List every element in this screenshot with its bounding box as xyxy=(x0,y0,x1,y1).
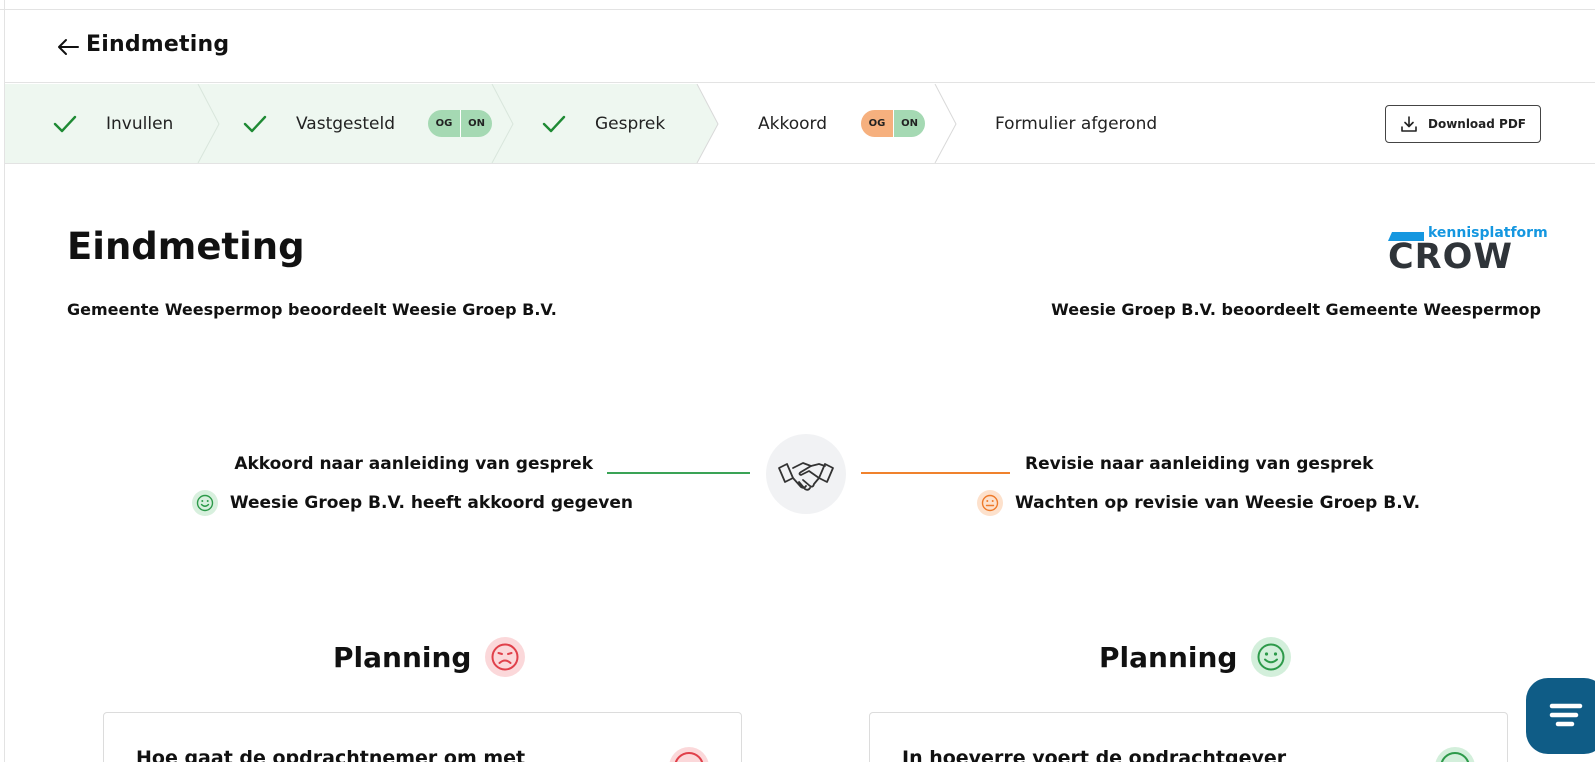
left-subtitle: Gemeente Weespermop beoordeelt Weesie Gr… xyxy=(67,300,557,319)
question-card[interactable]: In hoeverre voert de opdrachtgever xyxy=(869,712,1508,762)
right-section-title: Planning xyxy=(1099,637,1292,677)
smiley-happy-icon xyxy=(1251,637,1292,677)
smiley-happy-icon xyxy=(191,490,218,516)
step-label: Formulier afgerond xyxy=(995,113,1158,134)
badge-on: ON xyxy=(460,110,492,137)
step-akkoord[interactable]: Akkoord xyxy=(758,84,827,163)
left-status-detail: Weesie Groep B.V. heeft akkoord gegeven xyxy=(191,490,633,516)
right-status-heading: Revisie naar aanleiding van gesprek xyxy=(1025,454,1374,474)
smiley-sad-icon xyxy=(485,637,526,677)
download-icon xyxy=(1401,116,1417,132)
orange-connector-line xyxy=(861,472,1010,474)
download-label: Download PDF xyxy=(1427,117,1526,131)
check-icon xyxy=(242,111,268,137)
crow-logo: kennisplatform CROW xyxy=(1388,225,1548,277)
smiley-neutral-icon xyxy=(977,490,1003,516)
badge-og: OG xyxy=(861,110,893,137)
step-label: Gesprek xyxy=(595,113,666,134)
question-text: In hoeverre voert de opdrachtgever xyxy=(902,747,1287,762)
right-subtitle: Weesie Groep B.V. beoordeelt Gemeente We… xyxy=(1051,300,1541,319)
document-title: Eindmeting xyxy=(67,225,305,268)
smiley-sad-icon xyxy=(669,747,709,762)
chat-lines-icon xyxy=(1549,703,1583,727)
check-icon xyxy=(52,111,78,137)
check-icon xyxy=(541,111,567,137)
step-label: Akkoord xyxy=(758,113,827,134)
badge-on: ON xyxy=(893,110,925,137)
back-arrow-icon[interactable] xyxy=(55,34,81,60)
left-section-title: Planning xyxy=(333,637,526,677)
download-pdf-button[interactable]: Download PDF xyxy=(1385,105,1541,143)
right-status-detail: Wachten op revisie van Weesie Groep B.V. xyxy=(977,490,1420,516)
page-header: Eindmeting xyxy=(5,10,1595,83)
chat-widget-button[interactable] xyxy=(1526,678,1595,754)
smiley-happy-icon xyxy=(1435,747,1475,762)
step-label: Vastgesteld xyxy=(296,113,395,134)
question-card[interactable]: Hoe gaat de opdrachtnemer om met xyxy=(103,712,742,762)
badge-og: OG xyxy=(428,110,460,137)
role-badges: OG ON xyxy=(428,110,492,137)
step-formulier-afgerond[interactable]: Formulier afgerond xyxy=(995,84,1157,163)
logo-main-text: CROW xyxy=(1388,237,1513,277)
role-badges: OG ON xyxy=(861,110,925,137)
section-title-text: Planning xyxy=(1099,640,1238,674)
step-vastgesteld[interactable]: Vastgesteld xyxy=(242,84,395,163)
handshake-icon xyxy=(766,434,846,514)
progress-stepper: Invullen Vastgesteld OG ON Gesprek Akkoo… xyxy=(5,84,1595,164)
step-invullen[interactable]: Invullen xyxy=(52,84,173,163)
right-status-text: Wachten op revisie van Weesie Groep B.V. xyxy=(1015,493,1421,513)
green-connector-line xyxy=(607,472,750,474)
step-gesprek[interactable]: Gesprek xyxy=(541,84,665,163)
step-label: Invullen xyxy=(106,113,174,134)
left-status-text: Weesie Groep B.V. heeft akkoord gegeven xyxy=(229,493,633,513)
page-title: Eindmeting xyxy=(86,32,230,57)
question-text: Hoe gaat de opdrachtnemer om met xyxy=(136,747,526,762)
left-status-heading: Akkoord naar aanleiding van gesprek xyxy=(234,454,593,474)
section-title-text: Planning xyxy=(333,640,472,674)
